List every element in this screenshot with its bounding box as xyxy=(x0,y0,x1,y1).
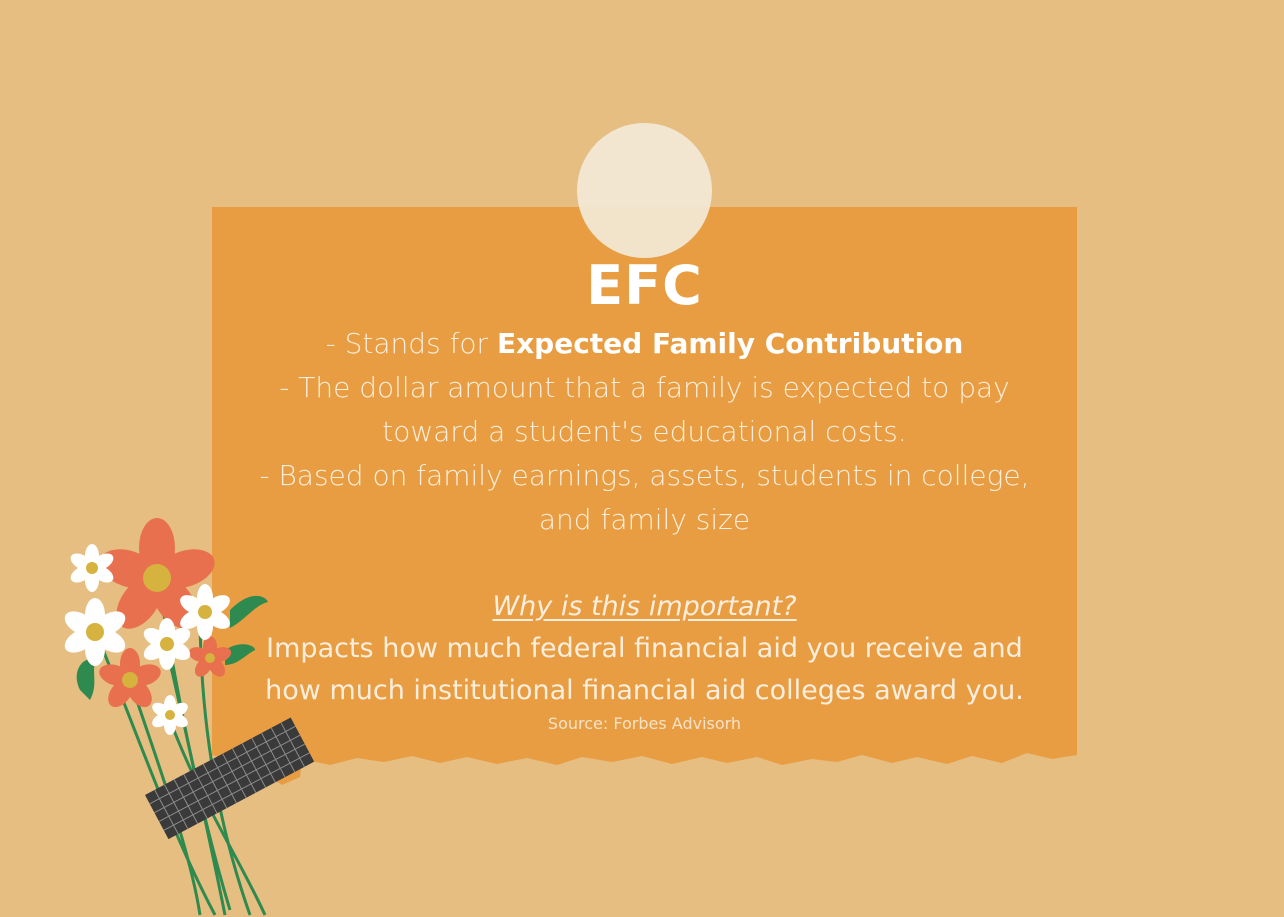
why-heading: Why is this important? xyxy=(492,591,797,622)
page-title: EFC xyxy=(586,254,703,317)
basis-line-2: and family size xyxy=(538,503,751,536)
definition-line: - Stands for Expected Family Contributio… xyxy=(212,322,1077,366)
flower-bouquet-icon xyxy=(64,518,315,916)
description-line-2: toward a student's educational costs. xyxy=(382,415,907,448)
basis-line-1: - Based on family earnings, assets, stud… xyxy=(259,459,1030,492)
impact-line-2: how much institutional financial aid col… xyxy=(265,675,1024,706)
source-citation: Source: Forbes Advisorh xyxy=(547,714,742,733)
tape-strip-icon xyxy=(145,717,315,840)
coral-flower-small-2 xyxy=(188,636,232,677)
description-line-1: - The dollar amount that a family is exp… xyxy=(279,371,1010,404)
pin-circle-icon xyxy=(577,123,712,258)
definition-prefix: - Stands for xyxy=(325,327,497,360)
definition-bold: Expected Family Contribution xyxy=(496,327,964,360)
impact-line-1: Impacts how much federal financial aid y… xyxy=(266,633,1023,664)
card-content: EFC - Stands for Expected Family Contrib… xyxy=(212,250,1077,736)
